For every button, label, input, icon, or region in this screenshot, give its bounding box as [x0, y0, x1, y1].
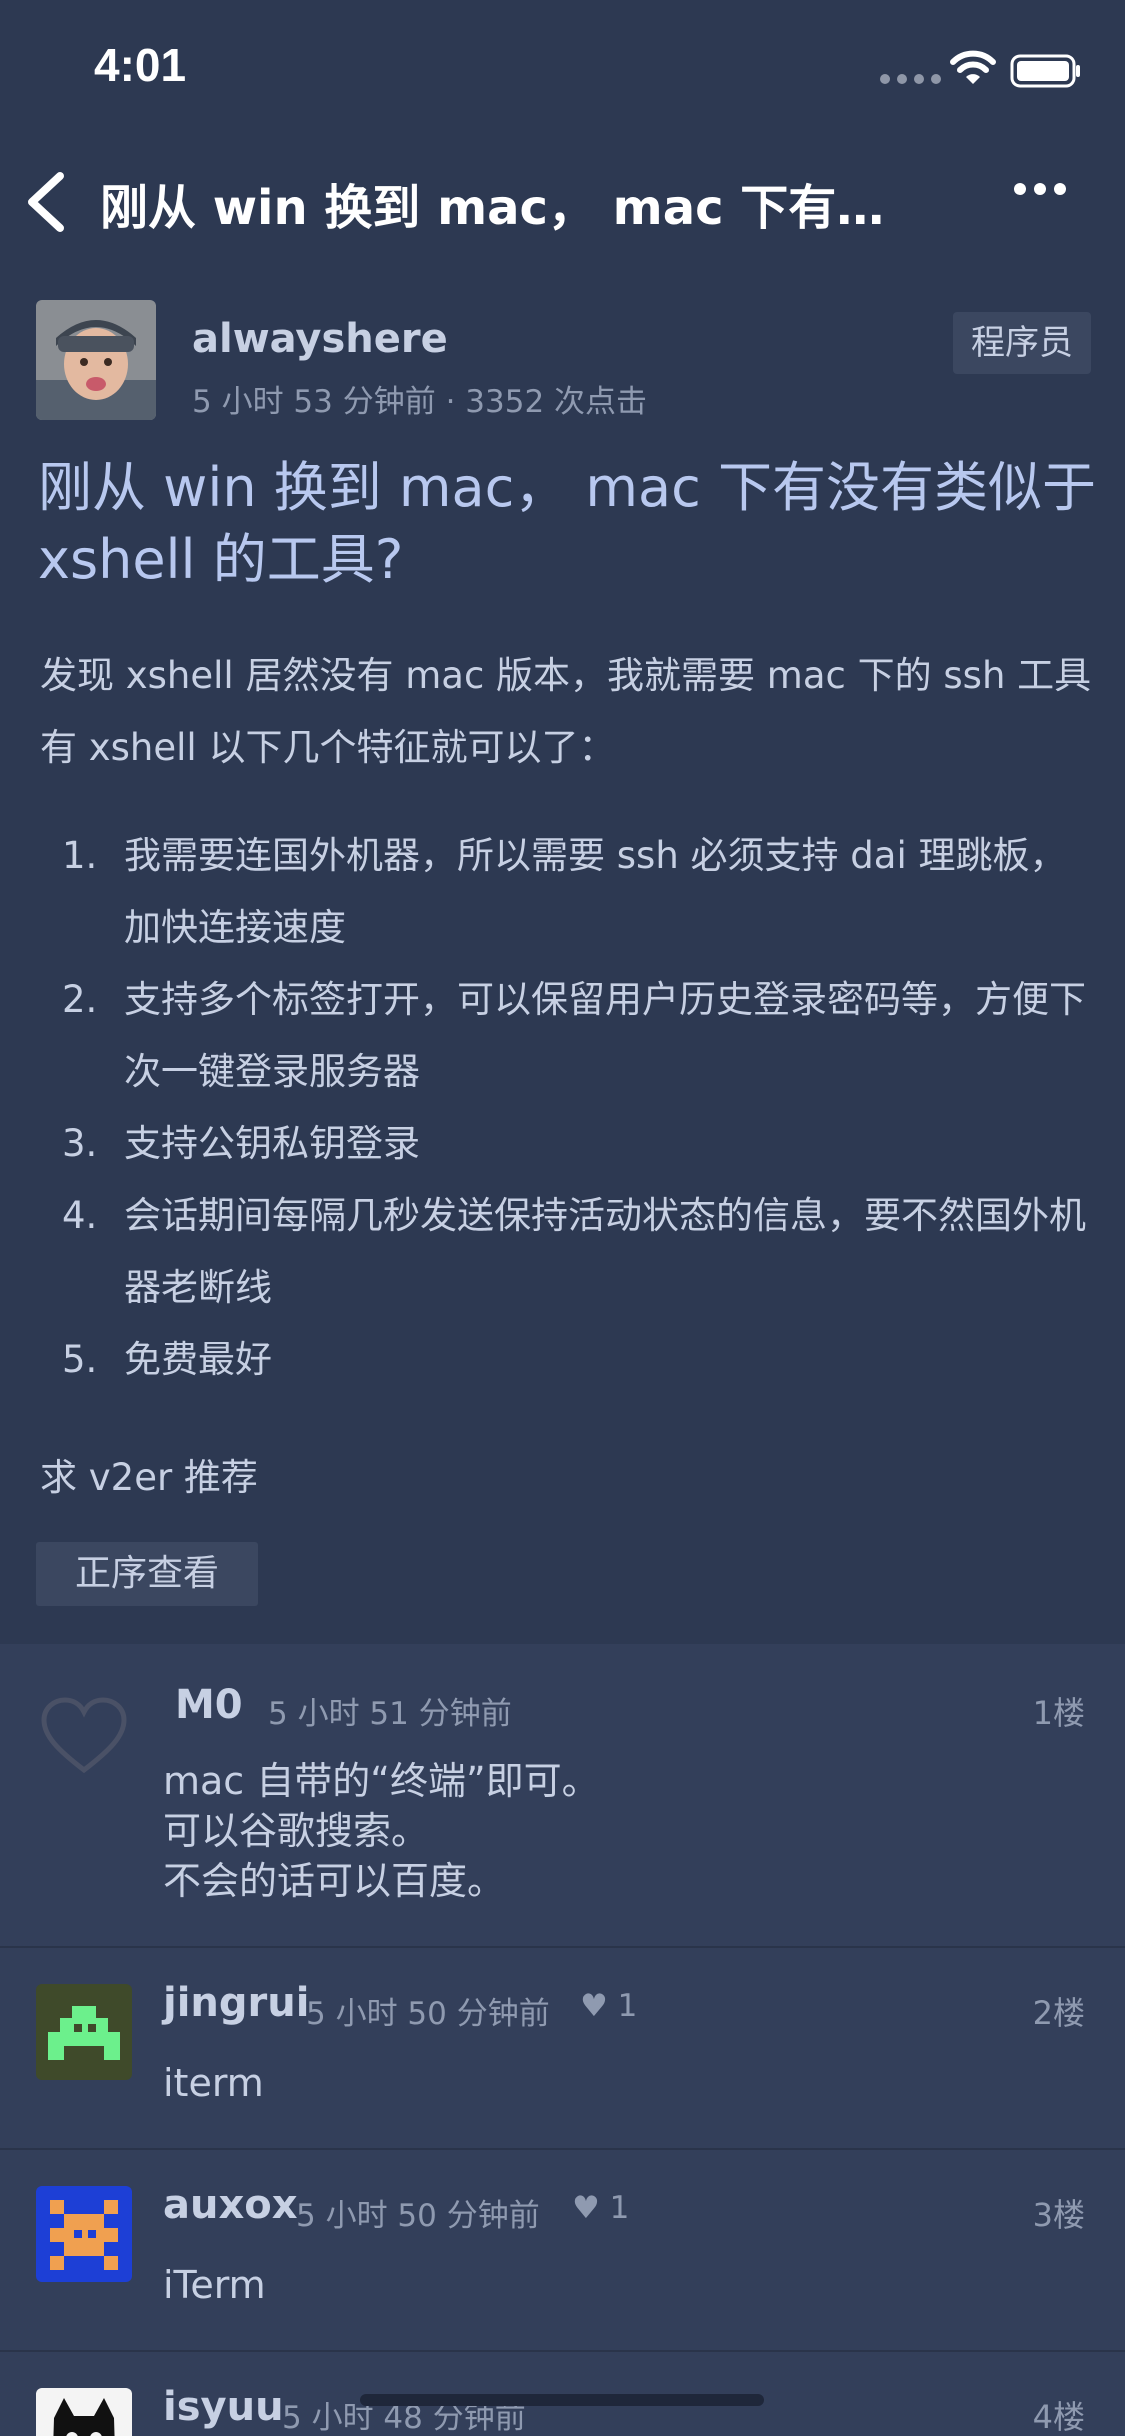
reply-likes: ♥ 1	[572, 2190, 630, 2226]
status-time: 4:01	[94, 39, 187, 91]
reply-floor: 3楼	[1032, 2196, 1085, 2234]
back-chevron-icon[interactable]	[22, 170, 66, 234]
heart-icon: ♥	[572, 2190, 600, 2226]
list-item: 3. 支持公钥私钥登录	[62, 1122, 420, 1165]
reply-item: auxox 5 小时 50 分钟前 ♥ 1 3楼 iTerm	[0, 2150, 1125, 2352]
home-indicator[interactable]	[360, 2394, 764, 2406]
reply-username[interactable]: auxox	[163, 2182, 298, 2228]
author-name[interactable]: alwayshere	[192, 316, 448, 362]
more-options-icon[interactable]	[1010, 174, 1070, 204]
post-body: 发现 xshell 居然没有 mac 版本，我就需要 mac 下的 ssh 工具…	[40, 640, 1100, 1514]
reply-item: M0 5 小时 51 分钟前 1楼 mac 自带的“终端”即可。 可以谷歌搜索。…	[0, 1644, 1125, 1948]
feature-list: 1. 我需要连国外机器，所以需要 ssh 必须支持 dai 理跳板，加快连接速度 …	[40, 820, 1100, 1396]
author-avatar[interactable]	[36, 300, 156, 420]
wifi-icon	[950, 50, 996, 84]
reply-content: iterm	[163, 2061, 264, 2105]
reply-avatar[interactable]	[36, 2388, 132, 2436]
reply-likes: ♥ 1	[580, 1988, 638, 2024]
post-header: alwayshere 5 小时 53 分钟前 · 3352 次点击 程序员	[36, 300, 1091, 420]
post-title: 刚从 win 换到 mac， mac 下有没有类似于 xshell 的工具?	[38, 456, 1096, 591]
reply-content: iTerm	[163, 2263, 266, 2307]
reply-username[interactable]: M0	[175, 1682, 243, 1728]
post-meta: 5 小时 53 分钟前 · 3352 次点击	[192, 384, 648, 420]
reply-username[interactable]: isyuu	[163, 2384, 284, 2430]
screen: 4:01 刚从 win 换到 mac， mac 下有没… alwayshere …	[0, 0, 1125, 2436]
nav-title: 刚从 win 换到 mac， mac 下有没…	[100, 180, 930, 236]
heart-icon: ♥	[580, 1988, 608, 2024]
list-item: 1. 我需要连国外机器，所以需要 ssh 必须支持 dai 理跳板，加快连接速度	[62, 834, 1067, 949]
reply-time: 5 小时 50 分钟前	[296, 2198, 540, 2234]
heart-avatar-icon[interactable]	[38, 1694, 130, 1776]
node-badge[interactable]: 程序员	[953, 312, 1091, 374]
reply-avatar[interactable]	[36, 2186, 132, 2282]
sort-order-button[interactable]: 正序查看	[36, 1542, 258, 1606]
reply-floor: 2楼	[1032, 1994, 1085, 2032]
reply-avatar[interactable]	[36, 1984, 132, 2080]
post-ask: 求 v2er 推荐	[40, 1456, 258, 1499]
reply-time: 5 小时 51 分钟前	[268, 1696, 512, 1732]
reply-list: M0 5 小时 51 分钟前 1楼 mac 自带的“终端”即可。 可以谷歌搜索。…	[0, 1644, 1125, 2436]
reply-item: jingrui 5 小时 50 分钟前 ♥ 1 2楼 iterm	[0, 1948, 1125, 2150]
post-intro: 发现 xshell 居然没有 mac 版本，我就需要 mac 下的 ssh 工具…	[40, 654, 1092, 769]
reply-content: mac 自带的“终端”即可。 可以谷歌搜索。 不会的话可以百度。	[163, 1759, 600, 1903]
reply-username[interactable]: jingrui	[163, 1980, 309, 2026]
reply-time: 5 小时 50 分钟前	[306, 1996, 550, 2032]
reply-floor: 1楼	[1032, 1694, 1085, 1732]
status-bar: 4:01	[0, 0, 1125, 140]
list-item: 2. 支持多个标签打开，可以保留用户历史登录密码等，方便下次一键登录服务器	[62, 978, 1086, 1093]
list-item: 4. 会话期间每隔几秒发送保持活动状态的信息，要不然国外机器老断线	[62, 1194, 1086, 1309]
navigation-bar: 刚从 win 换到 mac， mac 下有没…	[0, 140, 1125, 260]
list-item: 5. 免费最好	[62, 1338, 272, 1381]
cellular-signal-icon	[880, 74, 941, 84]
battery-icon	[1010, 54, 1080, 88]
reply-floor: 4楼	[1032, 2398, 1085, 2436]
